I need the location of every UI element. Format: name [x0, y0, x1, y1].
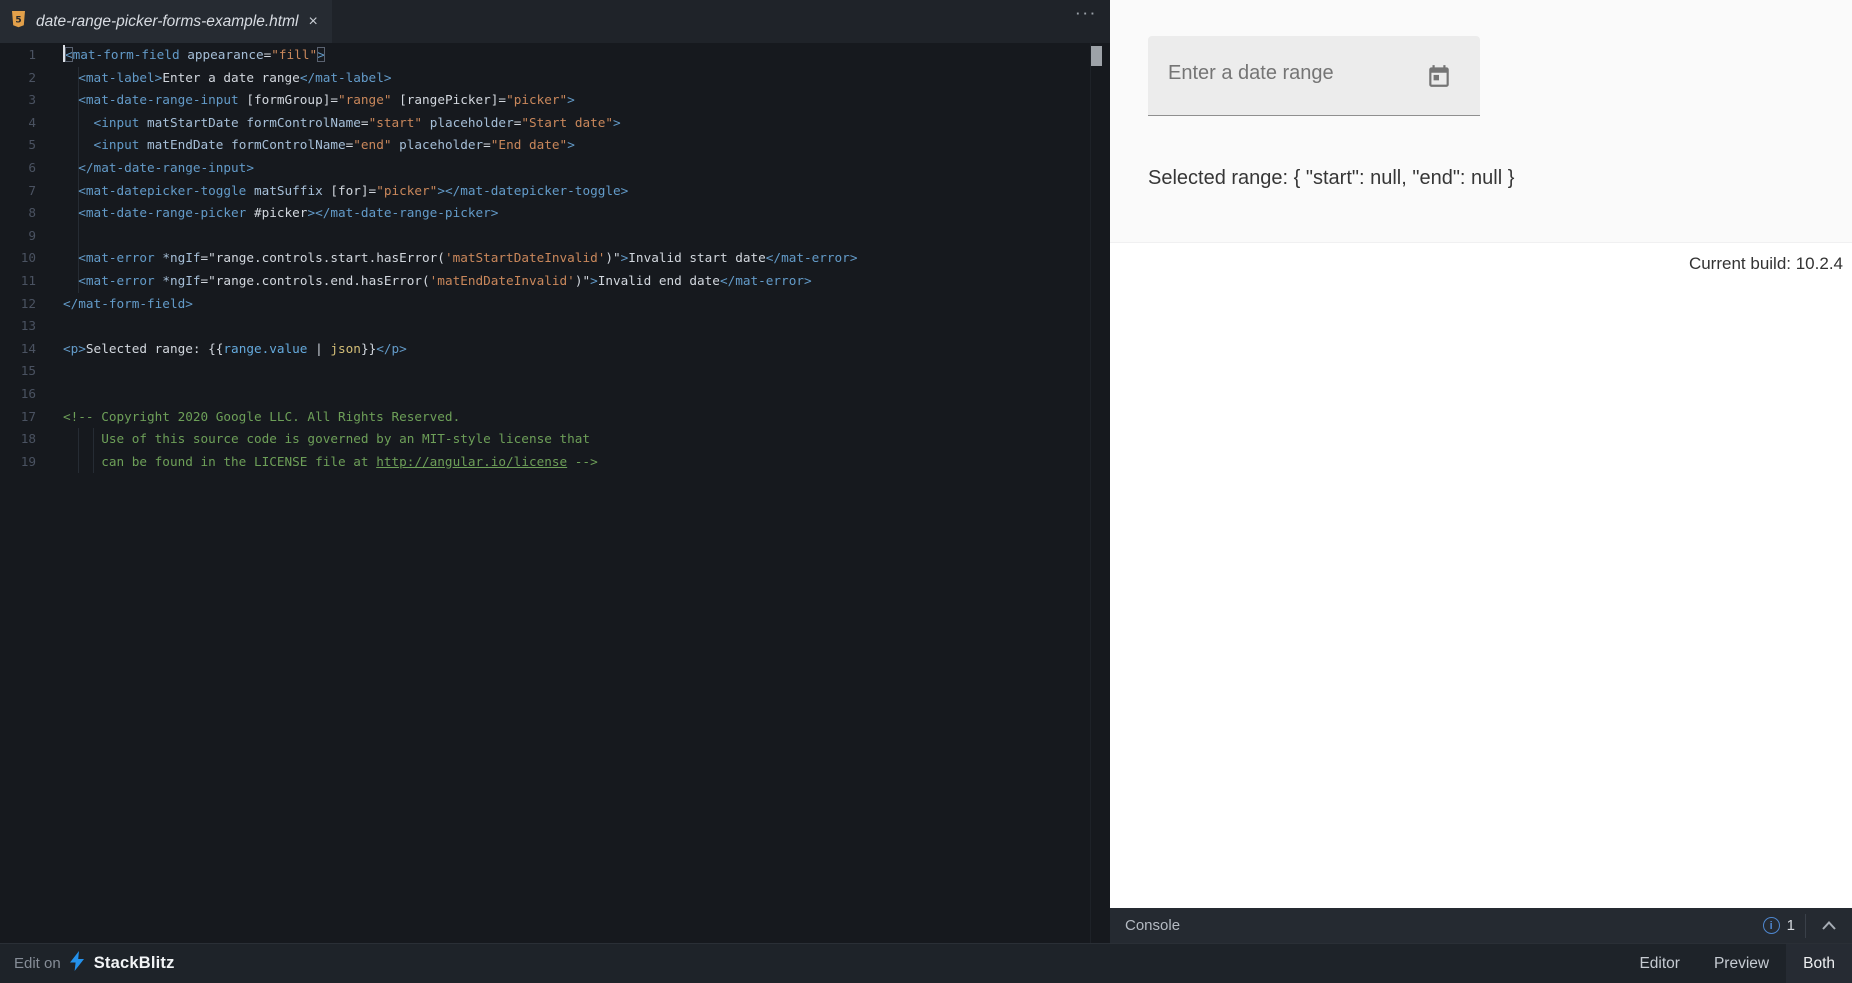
selected-range-text: Selected range: { "start": null, "end": … [1148, 167, 1514, 190]
code-line: 10 <mat-error *ngIf="range.controls.star… [0, 247, 1110, 270]
datepicker-toggle-button[interactable] [1424, 61, 1454, 91]
code-line: 1<mat-form-field appearance="fill"> [0, 44, 1110, 67]
code-line: 18 Use of this source code is governed b… [0, 428, 1110, 451]
view-tab-editor[interactable]: Editor [1622, 944, 1697, 983]
line-number: 15 [0, 360, 36, 383]
line-number: 8 [0, 202, 36, 225]
console-info-count: 1 [1787, 917, 1795, 934]
line-number: 11 [0, 270, 36, 293]
info-icon: i [1763, 917, 1780, 934]
code-area[interactable]: 1<mat-form-field appearance="fill">2 <ma… [0, 43, 1110, 473]
html5-file-icon: 5 [11, 11, 26, 33]
line-number: 5 [0, 134, 36, 157]
code-line: 12</mat-form-field> [0, 293, 1110, 316]
console-bar[interactable]: Console i 1 [1110, 908, 1852, 943]
editor-scrollbar-track [1090, 43, 1103, 943]
line-number: 10 [0, 247, 36, 270]
line-number: 1 [0, 44, 36, 67]
line-number: 16 [0, 383, 36, 406]
line-number: 14 [0, 338, 36, 361]
stackblitz-brand-label: StackBlitz [94, 954, 175, 973]
line-number: 7 [0, 180, 36, 203]
line-number: 2 [0, 67, 36, 90]
line-number: 12 [0, 293, 36, 316]
code-line: 4 <input matStartDate formControlName="s… [0, 112, 1110, 135]
code-line: 9 [0, 225, 1110, 248]
indent-guide [78, 225, 79, 248]
console-divider [1805, 914, 1806, 938]
console-controls: i 1 [1763, 914, 1852, 938]
editor-pane: 5 date-range-picker-forms-example.html ×… [0, 0, 1110, 943]
view-tab-preview[interactable]: Preview [1697, 944, 1786, 983]
line-number: 13 [0, 315, 36, 338]
chevron-up-icon[interactable] [1818, 915, 1840, 937]
line-number: 6 [0, 157, 36, 180]
code-line: 7 <mat-datepicker-toggle matSuffix [for]… [0, 180, 1110, 203]
date-range-form-field[interactable]: Enter a date range [1148, 36, 1480, 116]
code-line: 5 <input matEndDate formControlName="end… [0, 134, 1110, 157]
footer-bar: Edit on StackBlitz EditorPreviewBoth [0, 943, 1852, 983]
editor-more-menu-icon[interactable]: ··· [1076, 6, 1098, 21]
code-line: 8 <mat-date-range-picker #picker></mat-d… [0, 202, 1110, 225]
current-build-text: Current build: 10.2.4 [1689, 254, 1843, 274]
code-line: 19 can be found in the LICENSE file at h… [0, 451, 1110, 474]
code-line: 6 </mat-date-range-input> [0, 157, 1110, 180]
tab-close-icon[interactable]: × [308, 14, 317, 30]
line-number: 3 [0, 89, 36, 112]
svg-text:5: 5 [15, 15, 21, 25]
code-line: 15 [0, 360, 1110, 383]
view-tab-both[interactable]: Both [1786, 944, 1852, 983]
app-preview-area: Enter a date range Selected range: { "st… [1110, 0, 1852, 243]
code-line: 16 [0, 383, 1110, 406]
code-line: 14<p>Selected range: {{range.value | jso… [0, 338, 1110, 361]
edit-on-label: Edit on [14, 955, 61, 972]
editor-scrollbar-thumb[interactable] [1091, 46, 1102, 66]
stackblitz-link[interactable]: Edit on StackBlitz [0, 944, 175, 983]
code-line: 17<!-- Copyright 2020 Google LLC. All Ri… [0, 406, 1110, 429]
editor-tabbar: 5 date-range-picker-forms-example.html ×… [0, 0, 1110, 43]
console-title: Console [1110, 917, 1180, 934]
date-range-label: Enter a date range [1168, 62, 1334, 85]
tab-title: date-range-picker-forms-example.html [36, 13, 298, 31]
code-line: 11 <mat-error *ngIf="range.controls.end.… [0, 270, 1110, 293]
line-number: 4 [0, 112, 36, 135]
line-number: 9 [0, 225, 36, 248]
code-line: 2 <mat-label>Enter a date range</mat-lab… [0, 67, 1110, 90]
line-number: 19 [0, 451, 36, 474]
line-number: 18 [0, 428, 36, 451]
lightning-bolt-icon [70, 951, 85, 976]
view-tabs: EditorPreviewBoth [1622, 944, 1852, 983]
code-line: 13 [0, 315, 1110, 338]
calendar-icon [1426, 63, 1452, 89]
tab-date-range-picker-forms-example[interactable]: 5 date-range-picker-forms-example.html × [0, 0, 332, 43]
code-line: 3 <mat-date-range-input [formGroup]="ran… [0, 89, 1110, 112]
line-number: 17 [0, 406, 36, 429]
preview-pane: Enter a date range Selected range: { "st… [1110, 0, 1852, 908]
